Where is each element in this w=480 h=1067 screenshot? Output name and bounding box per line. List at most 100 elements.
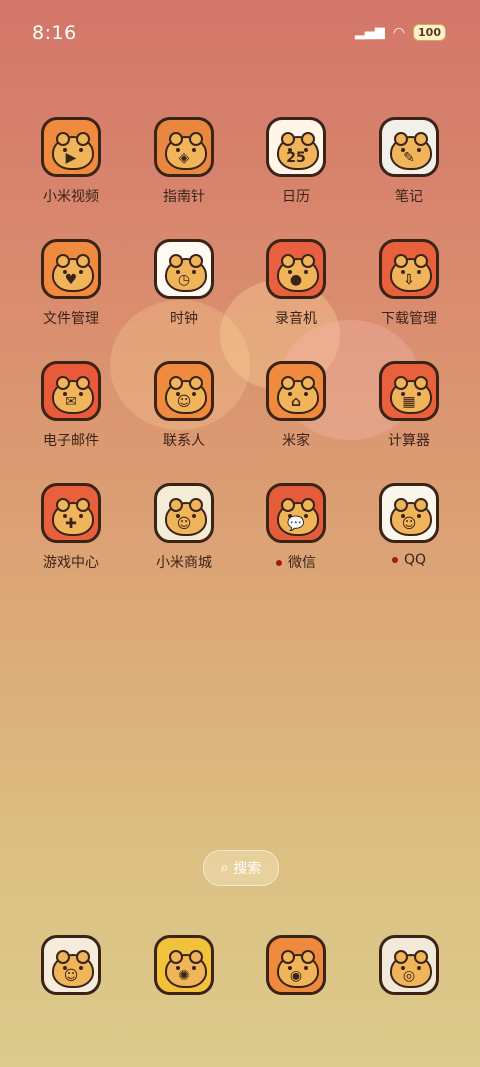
app-label: 笔记: [359, 186, 459, 206]
battery-icon: 100: [413, 24, 446, 41]
app-mall[interactable]: ☺ 小米商城: [134, 483, 234, 572]
app-wechat[interactable]: 💬 微信: [246, 483, 346, 572]
capybara-ear: [281, 498, 295, 512]
dock-phone[interactable]: ☺: [21, 935, 121, 995]
app-download[interactable]: ⇩ 下载管理: [359, 239, 459, 328]
icon-glyph: ▶: [65, 149, 77, 166]
icon-glyph: ▦: [402, 393, 416, 410]
app-label: 米家: [246, 430, 346, 450]
capybara-ear: [76, 498, 90, 512]
app-label: 指南针: [134, 186, 234, 206]
app-label: 电子邮件: [21, 430, 121, 450]
app-label: 录音机: [246, 308, 346, 328]
app-mail[interactable]: ✉ 电子邮件: [21, 361, 121, 450]
search-label: 搜索: [233, 861, 262, 877]
capybara-ear: [394, 132, 408, 146]
app-label-text: 联系人: [163, 433, 205, 449]
dock-browser[interactable]: ◎: [359, 935, 459, 995]
icon-glyph: ✺: [178, 967, 190, 984]
app-label-text: 计算器: [388, 433, 430, 449]
capybara-ear: [56, 950, 70, 964]
capybara-ear: [189, 132, 203, 146]
gamepad-icon: ✚: [41, 483, 101, 543]
icon-glyph: ✉: [65, 393, 77, 410]
camera-icon: ◉: [266, 935, 326, 995]
icon-glyph: 💬: [287, 515, 305, 532]
app-qq[interactable]: ☺ QQ: [359, 483, 459, 568]
app-video-play[interactable]: ▶ 小米视频: [21, 117, 121, 206]
capybara-ear: [414, 254, 428, 268]
clock-icon: ◷: [154, 239, 214, 299]
icon-glyph: ◉: [289, 967, 303, 984]
contacts-icon: ☺: [154, 361, 214, 421]
app-label-text: 小米商城: [156, 555, 212, 571]
lantern-icon: ✺: [154, 935, 214, 995]
app-label-text: 米家: [282, 433, 310, 449]
app-notes[interactable]: ✎ 笔记: [359, 117, 459, 206]
capybara-ear: [301, 950, 315, 964]
capybara-ear: [189, 254, 203, 268]
app-label-text: 文件管理: [43, 311, 99, 327]
search-icon: ⌕: [220, 860, 229, 876]
capybara-ear: [76, 132, 90, 146]
app-label-text: 录音机: [275, 311, 317, 327]
app-label: QQ: [359, 552, 459, 568]
capybara-ear: [56, 254, 70, 268]
search-button[interactable]: ⌕ 搜索: [203, 850, 279, 886]
capybara-ear: [394, 498, 408, 512]
app-label-text: QQ: [403, 552, 427, 568]
app-label: 游戏中心: [21, 552, 121, 572]
capybara-ear: [76, 254, 90, 268]
capybara-ear: [76, 376, 90, 390]
icon-glyph: ♥: [64, 271, 78, 288]
recorder-icon: ●: [266, 239, 326, 299]
icon-glyph: ☺: [401, 515, 417, 532]
app-folder[interactable]: ♥ 文件管理: [21, 239, 121, 328]
app-clock[interactable]: ◷ 时钟: [134, 239, 234, 328]
capybara-ear: [281, 132, 295, 146]
wifi-icon: ◠: [392, 24, 406, 41]
icon-glyph: ☺: [176, 515, 192, 532]
app-label: 小米视频: [21, 186, 121, 206]
app-calculator[interactable]: ▦ 计算器: [359, 361, 459, 450]
app-label-text: 下载管理: [381, 311, 437, 327]
capybara-ear: [169, 376, 183, 390]
status-icons: ▂▄▆ ◠ 100: [355, 24, 446, 41]
app-label: 计算器: [359, 430, 459, 450]
capybara-ear: [414, 950, 428, 964]
icon-glyph: 25: [286, 149, 306, 166]
icon-glyph: ◷: [177, 271, 191, 288]
capybara-ear: [414, 498, 428, 512]
calculator-icon: ▦: [379, 361, 439, 421]
capybara-ear: [56, 132, 70, 146]
dock-lantern[interactable]: ✺: [134, 935, 234, 995]
capybara-ear: [394, 950, 408, 964]
app-gamepad[interactable]: ✚ 游戏中心: [21, 483, 121, 572]
app-label: 文件管理: [21, 308, 121, 328]
notification-dot: [276, 560, 282, 566]
capybara-ear: [189, 498, 203, 512]
capybara-ear: [189, 376, 203, 390]
app-label-text: 指南针: [163, 189, 205, 205]
dock-camera[interactable]: ◉: [246, 935, 346, 995]
app-compass[interactable]: ◈ 指南针: [134, 117, 234, 206]
app-label-text: 时钟: [170, 311, 198, 327]
folder-icon: ♥: [41, 239, 101, 299]
icon-glyph: ◎: [402, 967, 416, 984]
capybara-ear: [281, 950, 295, 964]
app-label-text: 游戏中心: [43, 555, 99, 571]
app-calendar[interactable]: 25 日历: [246, 117, 346, 206]
capybara-ear: [301, 254, 315, 268]
icon-glyph: ✎: [403, 149, 415, 166]
phone-icon: ☺: [41, 935, 101, 995]
icon-glyph: ◈: [178, 149, 190, 166]
app-recorder[interactable]: ● 录音机: [246, 239, 346, 328]
app-contacts[interactable]: ☺ 联系人: [134, 361, 234, 450]
capybara-ear: [281, 254, 295, 268]
capybara-ear: [301, 498, 315, 512]
app-label: 联系人: [134, 430, 234, 450]
app-home[interactable]: ⌂ 米家: [246, 361, 346, 450]
capybara-ear: [169, 254, 183, 268]
notification-dot: [391, 557, 398, 563]
app-label-text: 日历: [282, 189, 310, 205]
